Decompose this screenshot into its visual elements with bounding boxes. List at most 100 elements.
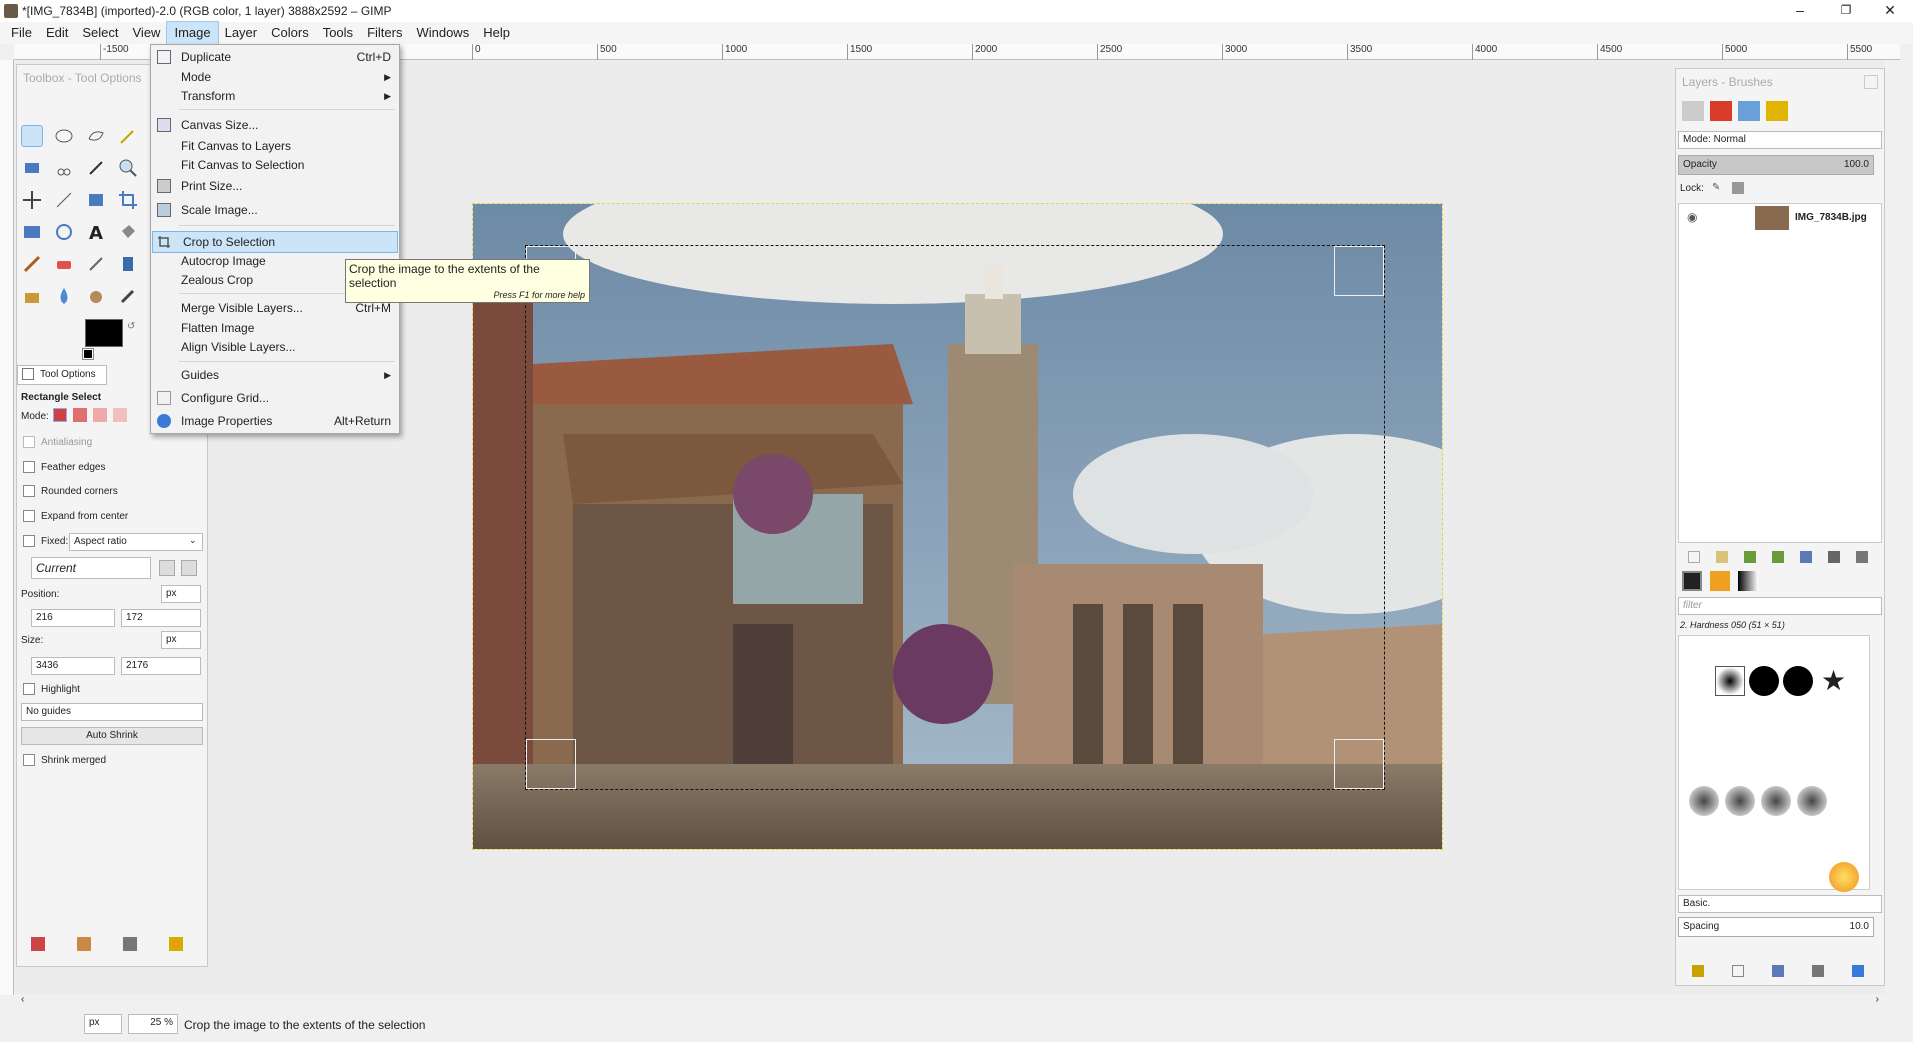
new-layer-icon[interactable] [1688,551,1700,563]
spacing-slider[interactable]: Spacing 10.0 [1678,917,1874,937]
layers-tab-icon[interactable] [1682,101,1704,121]
paintbrush-icon[interactable] [21,253,43,275]
blur-tool-icon[interactable] [53,285,75,307]
brush-texture[interactable] [1761,786,1791,816]
fixed-select[interactable]: Aspect ratio [69,533,203,551]
expand-option[interactable]: Expand from center [23,510,128,522]
align-tool-icon[interactable] [85,189,107,211]
layer-mode-select[interactable]: Mode: Normal [1678,131,1882,149]
dock-close-icon[interactable] [1864,75,1878,89]
selection-handle-bottom-left[interactable] [526,739,576,789]
fuzzy-select-tool-icon[interactable] [117,125,139,147]
menu-item-fit-canvas-selection[interactable]: Fit Canvas to Selection [151,155,399,175]
vertical-ruler[interactable] [0,60,14,995]
restore-options-icon[interactable] [77,937,91,951]
size-height-input[interactable]: 2176 [121,657,201,675]
delete-brush-icon[interactable] [1812,965,1824,977]
menu-item-print-size[interactable]: Print Size... [151,176,399,196]
measure-tool-icon[interactable] [53,189,75,211]
portrait-icon[interactable] [159,560,175,576]
horizontal-scrollbar[interactable]: ‹ › [15,994,1885,1008]
mode-subtract-button[interactable] [93,408,107,422]
menu-item-image-properties[interactable]: Image Properties Alt+Return [151,411,399,431]
swap-colors-icon[interactable]: ↺ [127,321,137,332]
size-width-input[interactable]: 3436 [31,657,115,675]
layer-row[interactable]: ◉ IMG_7834B.jpg [1679,204,1881,232]
feather-option[interactable]: Feather edges [23,461,106,473]
opacity-slider[interactable]: Opacity 100.0 [1678,155,1874,175]
brush-filter-input[interactable]: filter [1678,597,1882,615]
menu-help[interactable]: Help [476,22,517,44]
new-group-icon[interactable] [1716,551,1728,563]
zoom-tool-icon[interactable] [117,157,139,179]
layers-list[interactable]: ◉ IMG_7834B.jpg [1678,203,1882,543]
unit-select[interactable]: px [84,1014,122,1034]
rounded-option[interactable]: Rounded corners [23,485,118,497]
brush-texture[interactable] [1689,786,1719,816]
brush-hardness-100[interactable] [1783,666,1813,696]
lower-layer-icon[interactable] [1772,551,1784,563]
gradients-tab-icon[interactable] [1738,571,1758,591]
new-brush-icon[interactable] [1732,965,1744,977]
brush-sparkle[interactable] [1829,862,1859,892]
shrink-merged-option[interactable]: Shrink merged [23,754,106,766]
clone-tool-icon[interactable] [21,285,43,307]
mode-add-button[interactable] [73,408,87,422]
brush-grid[interactable]: ★ [1678,635,1870,892]
ellipse-select-tool-icon[interactable] [53,125,75,147]
duplicate-brush-icon[interactable] [1772,965,1784,977]
star-brush-icon[interactable]: ★ [1821,666,1851,696]
brush-hardness-075[interactable] [1749,666,1779,696]
antialiasing-option[interactable]: Antialiasing [23,436,92,448]
menu-item-transform[interactable]: Transform ▶ [151,86,399,106]
anchor-layer-icon[interactable] [1828,551,1840,563]
rounded-checkbox[interactable] [23,485,35,497]
close-button[interactable]: ✕ [1867,0,1913,22]
rect-select-tool-icon[interactable] [21,125,43,147]
eye-icon[interactable]: ◉ [1687,210,1697,224]
fixed-option[interactable]: Fixed: [23,535,68,547]
smudge-tool-icon[interactable] [85,285,107,307]
text-tool-icon[interactable]: A [85,221,107,244]
position-unit-select[interactable]: px [161,585,201,603]
menu-item-crop-to-selection[interactable]: Crop to Selection [152,231,398,253]
channels-tab-icon[interactable] [1710,101,1732,121]
menu-image[interactable]: Image [166,21,219,45]
menu-colors[interactable]: Colors [264,22,316,44]
lock-pixels-icon[interactable]: ✎ [1712,182,1724,194]
shrink-merged-checkbox[interactable] [23,754,35,766]
menu-file[interactable]: File [4,22,39,44]
position-y-input[interactable]: 172 [121,609,201,627]
brush-hardness-050[interactable] [1715,666,1745,696]
menu-layer[interactable]: Layer [218,22,265,44]
mode-intersect-button[interactable] [113,408,127,422]
zoom-select[interactable]: 25 % [128,1014,178,1034]
size-unit-select[interactable]: px [161,631,201,649]
menu-windows[interactable]: Windows [409,22,476,44]
menu-item-guides[interactable]: Guides ▶ [151,365,399,385]
duplicate-layer-icon[interactable] [1800,551,1812,563]
menu-item-mode[interactable]: Mode ▶ [151,67,399,87]
selection-handle-bottom-right[interactable] [1334,739,1384,789]
brushes-tab-icon[interactable] [1682,571,1702,591]
unified-transform-icon[interactable] [21,221,43,243]
brush-preset-select[interactable]: Basic. [1678,895,1882,913]
highlight-checkbox[interactable] [23,683,35,695]
airbrush-icon[interactable] [85,253,107,275]
position-x-input[interactable]: 216 [31,609,115,627]
highlight-option[interactable]: Highlight [23,683,80,695]
brush-texture[interactable] [1797,786,1827,816]
crop-tool-icon[interactable] [117,189,139,211]
select-by-color-icon[interactable] [21,157,43,179]
delete-options-icon[interactable] [123,937,137,951]
ink-tool-icon[interactable] [117,253,139,275]
free-select-tool-icon[interactable] [85,125,107,147]
guides-select[interactable]: No guides [21,703,203,721]
raise-layer-icon[interactable] [1744,551,1756,563]
menu-view[interactable]: View [126,22,168,44]
menu-item-canvas-size[interactable]: Canvas Size... [151,115,399,135]
selection-handle-top-right[interactable] [1334,246,1384,296]
mode-replace-button[interactable] [53,408,67,422]
maximize-button[interactable]: ❐ [1823,0,1869,22]
menu-item-align-visible[interactable]: Align Visible Layers... [151,337,399,357]
